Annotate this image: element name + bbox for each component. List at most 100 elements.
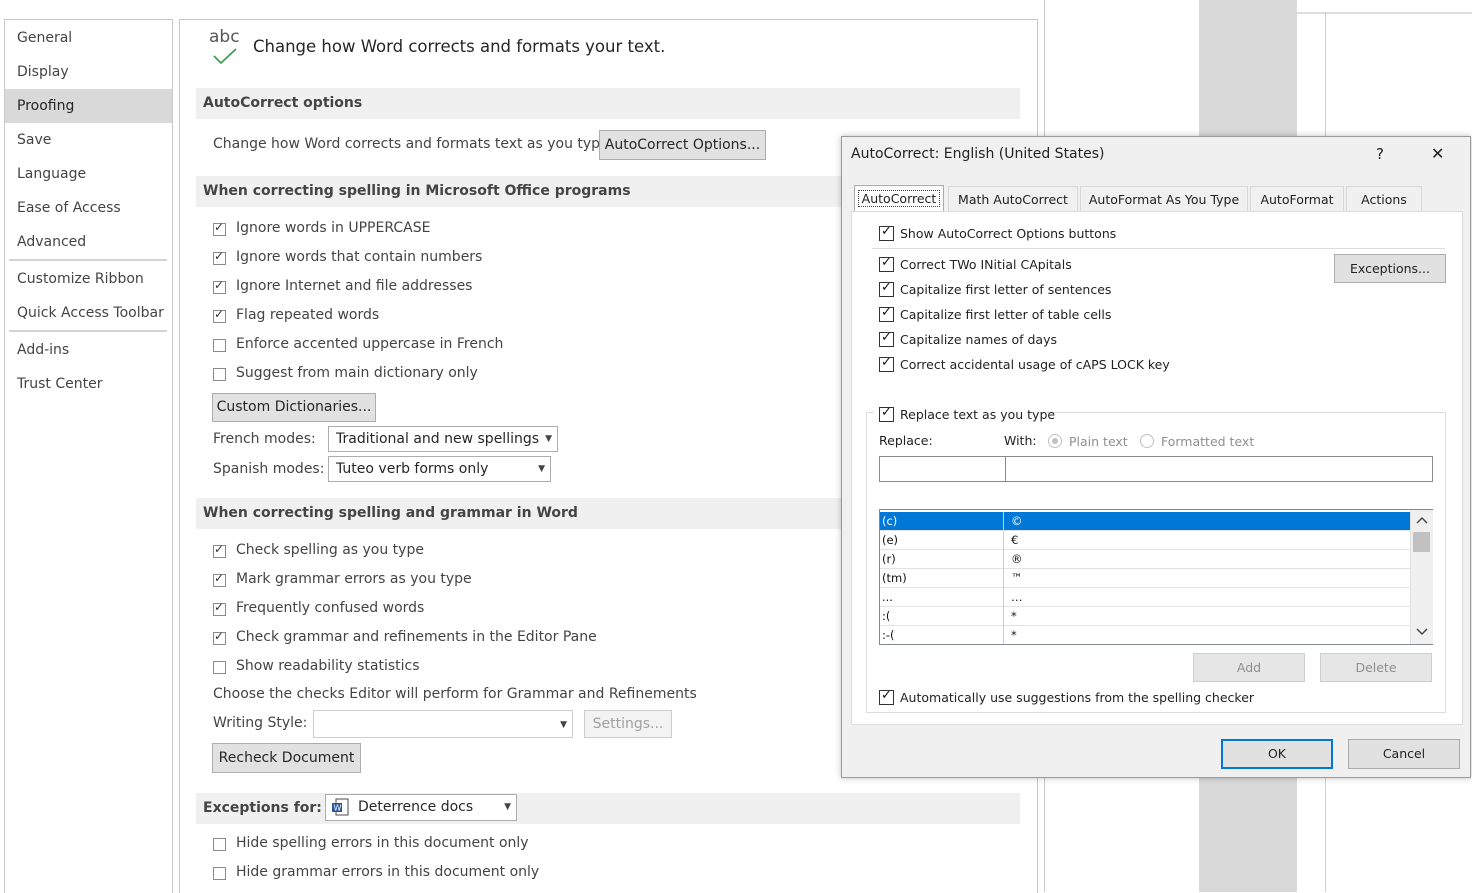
ignore-uppercase-label: Ignore words in UPPERCASE <box>236 220 431 236</box>
sidebar-item-language[interactable]: Language <box>5 157 172 191</box>
formatted-text-radio[interactable] <box>1140 434 1154 448</box>
caps-lock-label: Correct accidental usage of cAPS LOCK ke… <box>900 357 1170 372</box>
suggest-main-dict-checkbox[interactable] <box>213 368 226 381</box>
list-item[interactable]: (tm) ™ <box>880 569 1411 588</box>
hide-spelling-errors-checkbox[interactable] <box>213 838 226 851</box>
settings-button[interactable]: Settings... <box>584 710 672 738</box>
entry-from: (tm) <box>882 571 907 585</box>
with-input[interactable] <box>1005 456 1433 482</box>
spanish-modes-select[interactable]: Tuteo verb forms only ▼ <box>328 456 551 482</box>
chevron-up-icon[interactable] <box>1416 516 1428 524</box>
chevron-down-icon[interactable] <box>1416 628 1428 636</box>
list-item[interactable]: (e) € <box>880 531 1411 550</box>
mark-grammar-checkbox[interactable] <box>213 571 226 587</box>
sidebar-item-quick-access-toolbar[interactable]: Quick Access Toolbar <box>5 296 172 330</box>
ignore-uppercase-checkbox[interactable] <box>213 220 226 236</box>
cancel-button[interactable]: Cancel <box>1348 739 1460 769</box>
group-border <box>866 412 867 712</box>
sidebar-item-trust-center[interactable]: Trust Center <box>5 367 172 401</box>
plain-text-radio[interactable] <box>1048 434 1062 448</box>
list-item[interactable]: :-( * <box>880 626 1411 644</box>
writing-style-label: Writing Style: <box>213 715 308 731</box>
list-item[interactable]: (c) © <box>880 512 1411 531</box>
correct-two-initial-caps-label: Correct TWo INitial CApitals <box>900 257 1072 272</box>
chevron-down-icon: ▼ <box>504 802 511 812</box>
show-autocorrect-buttons-checkbox[interactable] <box>879 224 894 241</box>
recheck-document-button[interactable]: Recheck Document <box>212 743 361 773</box>
writing-style-select[interactable]: ▼ <box>313 710 573 738</box>
check-grammar-refinements-checkbox[interactable] <box>213 629 226 645</box>
readability-stats-checkbox[interactable] <box>213 661 226 674</box>
list-item[interactable]: ... … <box>880 588 1411 607</box>
sidebar-item-display[interactable]: Display <box>5 55 172 89</box>
autocorrect-options-button[interactable]: AutoCorrect Options... <box>599 130 766 160</box>
ignore-numbers-checkbox[interactable] <box>213 249 226 265</box>
entry-to: € <box>1011 533 1019 547</box>
help-icon[interactable]: ? <box>1376 145 1384 163</box>
exceptions-button[interactable]: Exceptions... <box>1334 254 1446 283</box>
sidebar-item-advanced[interactable]: Advanced <box>5 225 172 259</box>
entry-from: :-( <box>882 628 895 642</box>
hide-grammar-errors-checkbox[interactable] <box>213 867 226 880</box>
exceptions-document-select[interactable]: W Deterrence docs ▼ <box>325 794 517 821</box>
french-modes-value: Traditional and new spellings <box>336 431 540 447</box>
list-scrollbar[interactable] <box>1410 510 1433 644</box>
checkmark-icon <box>213 48 237 65</box>
sidebar-item-customize-ribbon[interactable]: Customize Ribbon <box>5 262 172 296</box>
tab-math-autocorrect[interactable]: Math AutoCorrect <box>948 186 1078 212</box>
column-divider <box>1003 569 1004 588</box>
sidebar-item-save[interactable]: Save <box>5 123 172 157</box>
replace-as-you-type-checkbox[interactable] <box>879 405 894 422</box>
autocorrect-section-header: AutoCorrect options <box>196 88 1020 119</box>
divider <box>872 248 1445 249</box>
capitalize-sentences-checkbox[interactable] <box>879 280 894 297</box>
entry-to: * <box>1011 628 1017 642</box>
ignore-internet-checkbox[interactable] <box>213 278 226 294</box>
show-autocorrect-buttons-label: Show AutoCorrect Options buttons <box>900 226 1117 241</box>
list-item[interactable]: :( * <box>880 607 1411 626</box>
close-icon[interactable]: ✕ <box>1431 144 1444 163</box>
scrollbar-thumb[interactable] <box>1413 532 1430 552</box>
autocorrect-entries-list[interactable]: (c) © (e) € (r) ® (tm) ™ ... … :( * :-( … <box>879 509 1433 645</box>
custom-dictionaries-button[interactable]: Custom Dictionaries... <box>212 393 376 422</box>
entry-from: ... <box>882 590 893 604</box>
exceptions-document-value: Deterrence docs <box>358 799 474 815</box>
sidebar-item-general[interactable]: General <box>5 21 172 55</box>
tab-actions[interactable]: Actions <box>1346 186 1422 212</box>
tab-autocorrect[interactable]: AutoCorrect <box>854 185 944 212</box>
plain-text-label: Plain text <box>1069 434 1128 449</box>
add-button[interactable]: Add <box>1193 653 1305 682</box>
flag-repeated-label: Flag repeated words <box>236 307 380 323</box>
sidebar-divider <box>9 330 167 332</box>
ignore-numbers-label: Ignore words that contain numbers <box>236 249 483 265</box>
capitalize-days-checkbox[interactable] <box>879 330 894 347</box>
caps-lock-checkbox[interactable] <box>879 355 894 372</box>
hide-grammar-errors-label: Hide grammar errors in this document onl… <box>236 864 540 880</box>
confused-words-checkbox[interactable] <box>213 600 226 616</box>
tab-autoformat-as-you-type[interactable]: AutoFormat As You Type <box>1080 186 1248 212</box>
tab-autoformat[interactable]: AutoFormat <box>1250 186 1344 212</box>
check-spelling-checkbox[interactable] <box>213 542 226 558</box>
sidebar-item-proofing[interactable]: Proofing <box>5 89 172 123</box>
capitalize-table-cells-checkbox[interactable] <box>879 305 894 322</box>
french-modes-select[interactable]: Traditional and new spellings ▼ <box>328 426 558 452</box>
flag-repeated-checkbox[interactable] <box>213 307 226 323</box>
sidebar-item-add-ins[interactable]: Add-ins <box>5 333 172 367</box>
enforce-accented-label: Enforce accented uppercase in French <box>236 336 504 352</box>
capitalize-days-label: Capitalize names of days <box>900 332 1057 347</box>
sidebar-item-ease-of-access[interactable]: Ease of Access <box>5 191 172 225</box>
column-divider <box>1003 607 1004 626</box>
delete-button[interactable]: Delete <box>1320 653 1432 682</box>
enforce-accented-checkbox[interactable] <box>213 339 226 352</box>
entry-from: :( <box>882 609 891 623</box>
correct-two-initial-caps-checkbox[interactable] <box>879 255 894 272</box>
list-item[interactable]: (r) ® <box>880 550 1411 569</box>
auto-suggestions-checkbox[interactable] <box>879 688 894 705</box>
sidebar-divider <box>9 259 167 261</box>
tab-autocorrect-label: AutoCorrect <box>857 190 941 207</box>
replace-input[interactable] <box>879 456 1006 482</box>
with-label: With: <box>1004 433 1037 448</box>
ok-button[interactable]: OK <box>1221 739 1333 769</box>
entry-to: ® <box>1011 552 1023 566</box>
auto-suggestions-label: Automatically use suggestions from the s… <box>900 690 1255 705</box>
